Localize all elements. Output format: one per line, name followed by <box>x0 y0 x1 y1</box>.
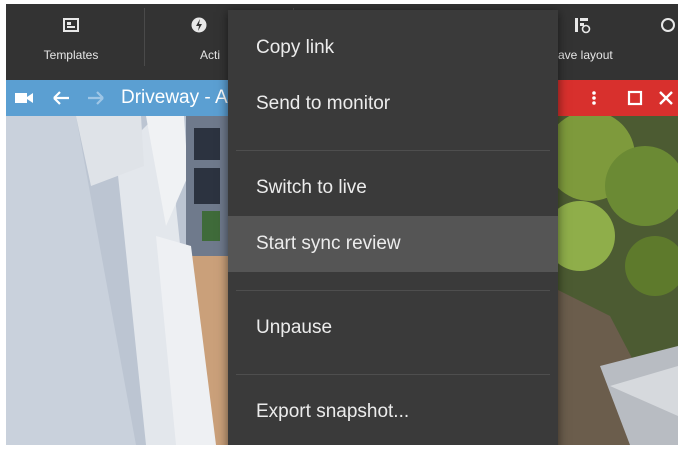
camera-tile-title: Driveway - A <box>121 87 228 108</box>
templates-button[interactable]: Templates <box>6 4 136 80</box>
save-layout-label: Save layout <box>550 48 613 62</box>
menu-item-switch-to-live[interactable]: Switch to live <box>228 160 558 216</box>
context-menu: Copy link Send to monitor Switch to live… <box>228 10 558 445</box>
menu-item-copy-link[interactable]: Copy link <box>228 20 558 76</box>
app-window: Templates Acti Save layout Driveway - A … <box>6 4 678 445</box>
menu-item-send-to-monitor[interactable]: Send to monitor <box>228 76 558 132</box>
save-layout-icon <box>575 18 591 34</box>
menu-divider <box>236 374 550 375</box>
toolbar-divider <box>144 8 145 66</box>
templates-icon <box>63 18 79 32</box>
menu-item-start-sync-review[interactable]: Start sync review <box>228 216 558 272</box>
more-vertical-icon[interactable] <box>588 89 600 107</box>
video-frame-image <box>550 111 678 445</box>
templates-label: Templates <box>43 48 99 62</box>
camera-tile-header-alert <box>550 80 678 116</box>
camera-icon <box>15 93 33 103</box>
video-frame-image <box>6 116 228 445</box>
camera-video-feed <box>6 116 228 445</box>
menu-item-unpause[interactable]: Unpause <box>228 300 558 356</box>
camera-video-feed <box>550 111 678 445</box>
maximize-icon[interactable] <box>625 89 645 107</box>
back-arrow-icon[interactable] <box>51 89 71 107</box>
menu-divider <box>236 290 550 291</box>
toolbar-more-icon <box>661 18 675 32</box>
forward-arrow-icon[interactable] <box>86 89 106 107</box>
camera-tile-header: Driveway - A <box>6 80 228 116</box>
menu-divider <box>236 150 550 151</box>
camera-tile-secondary[interactable] <box>550 80 678 445</box>
actions-icon <box>191 17 207 33</box>
toolbar-overflow-button[interactable] <box>658 4 678 80</box>
menu-item-export-snapshot[interactable]: Export snapshot... <box>228 384 558 440</box>
close-icon[interactable] <box>656 89 676 107</box>
camera-tile-driveway[interactable]: Driveway - A <box>6 80 228 445</box>
